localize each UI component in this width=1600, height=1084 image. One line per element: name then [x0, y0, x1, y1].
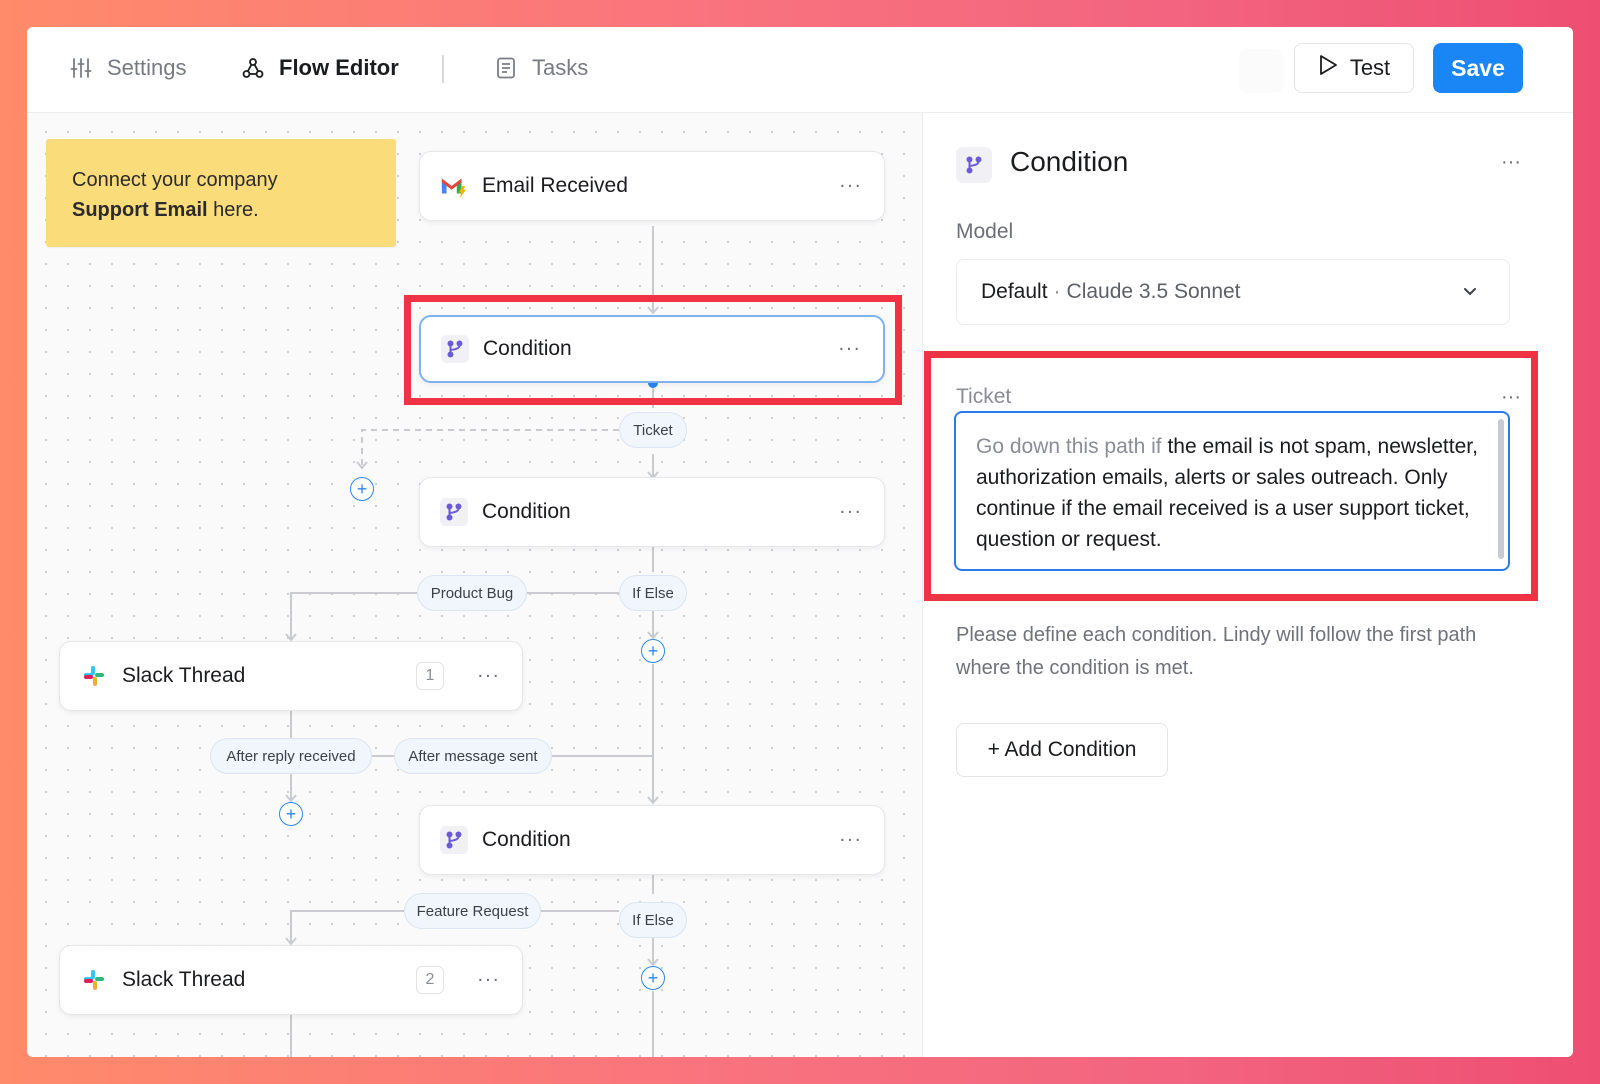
add-condition-button[interactable]: + Add Condition [956, 723, 1168, 777]
app-window: Settings Flow Editor Tasks Test Save Con… [27, 27, 1573, 1057]
condition-icon [440, 826, 468, 854]
save-button[interactable]: Save [1433, 43, 1523, 93]
path-pill-feature-request[interactable]: Feature Request [404, 893, 541, 929]
condition-icon [956, 147, 992, 183]
more-icon[interactable]: ··· [477, 665, 500, 688]
path-pill-after-message[interactable]: After message sent [394, 738, 552, 774]
tab-settings[interactable]: Settings [69, 51, 187, 85]
path-pill-if-else-2[interactable]: If Else [619, 902, 687, 938]
model-label: Model [956, 220, 1014, 243]
node-title: Slack Thread [122, 664, 246, 687]
node-slack-thread-2[interactable]: Slack Thread 2 ··· [59, 945, 523, 1015]
document-icon [494, 56, 518, 80]
add-step-button[interactable]: + [641, 639, 665, 663]
sticky-note[interactable]: Connect your company Support Email here. [46, 139, 396, 247]
sticky-note-line1: Connect your company [72, 169, 278, 191]
highlight-frame [924, 351, 1538, 601]
node-title: Email Received [482, 174, 628, 197]
node-title: Slack Thread [122, 968, 246, 991]
add-step-button[interactable]: + [641, 966, 665, 990]
tab-settings-label: Settings [107, 55, 187, 80]
model-default: Default [981, 280, 1048, 303]
add-step-button[interactable]: + [350, 477, 374, 501]
node-slack-thread-1[interactable]: Slack Thread 1 ··· [59, 641, 523, 711]
toolbar-placeholder [1239, 49, 1283, 93]
tab-tasks[interactable]: Tasks [494, 51, 588, 85]
gmail-icon [440, 172, 468, 200]
condition-icon [440, 498, 468, 526]
node-condition-feature-request[interactable]: Condition ··· [419, 805, 885, 875]
panel-title: Condition [1010, 146, 1129, 177]
more-icon[interactable]: ··· [1501, 151, 1521, 174]
path-pill-if-else[interactable]: If Else [619, 575, 687, 611]
node-step-badge: 1 [416, 662, 444, 690]
highlight-frame [404, 295, 902, 405]
play-icon [1318, 54, 1338, 82]
flow-icon [241, 56, 265, 80]
sliders-icon [69, 56, 93, 80]
sticky-note-bold: Support Email [72, 199, 208, 221]
slack-icon [80, 662, 108, 690]
slack-icon [80, 966, 108, 994]
node-email-received[interactable]: Email Received ··· [419, 151, 885, 221]
model-select[interactable]: Default · Claude 3.5 Sonnet [956, 259, 1510, 325]
add-step-button[interactable]: + [279, 802, 303, 826]
path-pill-after-reply[interactable]: After reply received [210, 738, 372, 774]
condition-hint: Please define each condition. Lindy will… [956, 624, 1477, 679]
chevron-down-icon [1461, 282, 1479, 306]
test-button-label: Test [1349, 55, 1391, 80]
sticky-note-tail: here. [207, 199, 259, 221]
tab-flow-editor-label: Flow Editor [279, 55, 399, 80]
more-icon[interactable]: ··· [839, 501, 862, 524]
test-button[interactable]: Test [1294, 43, 1414, 93]
tab-divider [442, 55, 444, 83]
node-title: Condition [482, 828, 571, 851]
more-icon[interactable]: ··· [839, 829, 862, 852]
node-step-badge: 2 [416, 966, 444, 994]
more-icon[interactable]: ··· [839, 175, 862, 198]
tab-tasks-label: Tasks [532, 55, 589, 80]
path-pill-product-bug[interactable]: Product Bug [417, 575, 527, 611]
node-condition-product-bug[interactable]: Condition ··· [419, 477, 885, 547]
more-icon[interactable]: ··· [477, 969, 500, 992]
node-title: Condition [482, 500, 571, 523]
top-bar: Settings Flow Editor Tasks Test Save [27, 27, 1573, 113]
model-name: Claude 3.5 Sonnet [1066, 280, 1241, 303]
path-pill-ticket[interactable]: Ticket [619, 412, 687, 448]
model-separator: · [1053, 280, 1061, 303]
flow-canvas[interactable]: Connect your company Support Email here.… [27, 113, 923, 1057]
tab-flow-editor[interactable]: Flow Editor [241, 51, 399, 85]
